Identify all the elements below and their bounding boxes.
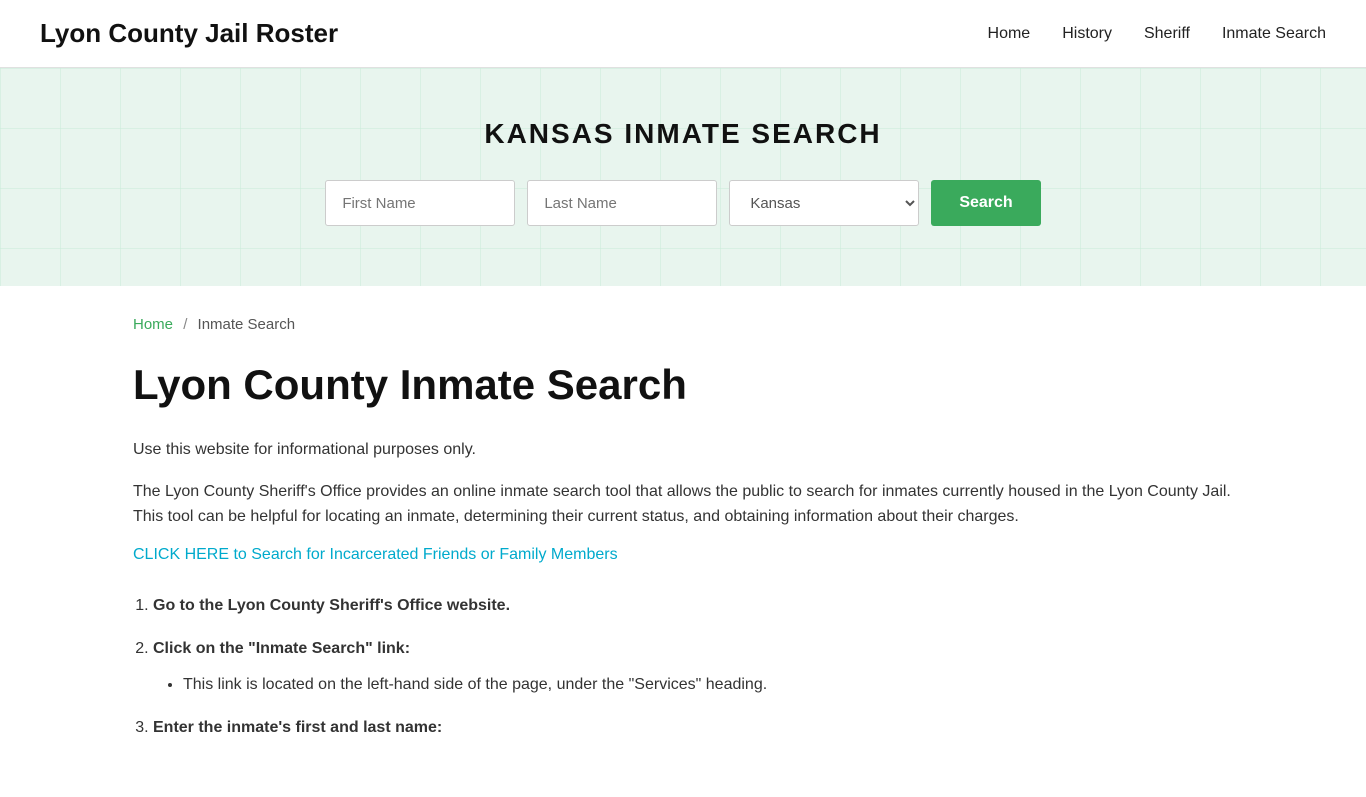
page-title: Lyon County Inmate Search: [133, 361, 1233, 409]
site-logo[interactable]: Lyon County Jail Roster: [40, 18, 338, 49]
state-select[interactable]: KansasAlabamaAlaskaArizonaArkansasCalifo…: [729, 180, 919, 226]
instruction-sub-item: This link is located on the left-hand si…: [183, 671, 1233, 700]
main-nav: Home History Sheriff Inmate Search: [988, 25, 1326, 43]
cta-link[interactable]: CLICK HERE to Search for Incarcerated Fr…: [133, 546, 1233, 564]
nav-home[interactable]: Home: [988, 25, 1031, 43]
breadcrumb-separator: /: [183, 316, 187, 333]
hero-section: KANSAS INMATE SEARCH KansasAlabamaAlaska…: [0, 68, 1366, 286]
nav-inmate-search[interactable]: Inmate Search: [1222, 25, 1326, 43]
instruction-step: Enter the inmate's first and last name:: [153, 714, 1233, 743]
instruction-step: Click on the "Inmate Search" link:This l…: [153, 635, 1233, 701]
first-name-input[interactable]: [325, 180, 515, 226]
breadcrumb: Home / Inmate Search: [133, 316, 1233, 333]
nav-sheriff[interactable]: Sheriff: [1144, 25, 1190, 43]
last-name-input[interactable]: [527, 180, 717, 226]
hero-heading: KANSAS INMATE SEARCH: [20, 118, 1346, 150]
disclaimer-text: Use this website for informational purpo…: [133, 437, 1233, 463]
search-button[interactable]: Search: [931, 180, 1040, 226]
nav-history[interactable]: History: [1062, 25, 1112, 43]
breadcrumb-current: Inmate Search: [198, 316, 296, 333]
description-text: The Lyon County Sheriff's Office provide…: [133, 479, 1233, 530]
site-header: Lyon County Jail Roster Home History She…: [0, 0, 1366, 68]
inmate-search-form: KansasAlabamaAlaskaArizonaArkansasCalifo…: [20, 180, 1346, 226]
instruction-step: Go to the Lyon County Sheriff's Office w…: [153, 592, 1233, 621]
instructions-list: Go to the Lyon County Sheriff's Office w…: [133, 592, 1233, 743]
main-content: Home / Inmate Search Lyon County Inmate …: [93, 286, 1273, 797]
breadcrumb-home[interactable]: Home: [133, 316, 173, 333]
